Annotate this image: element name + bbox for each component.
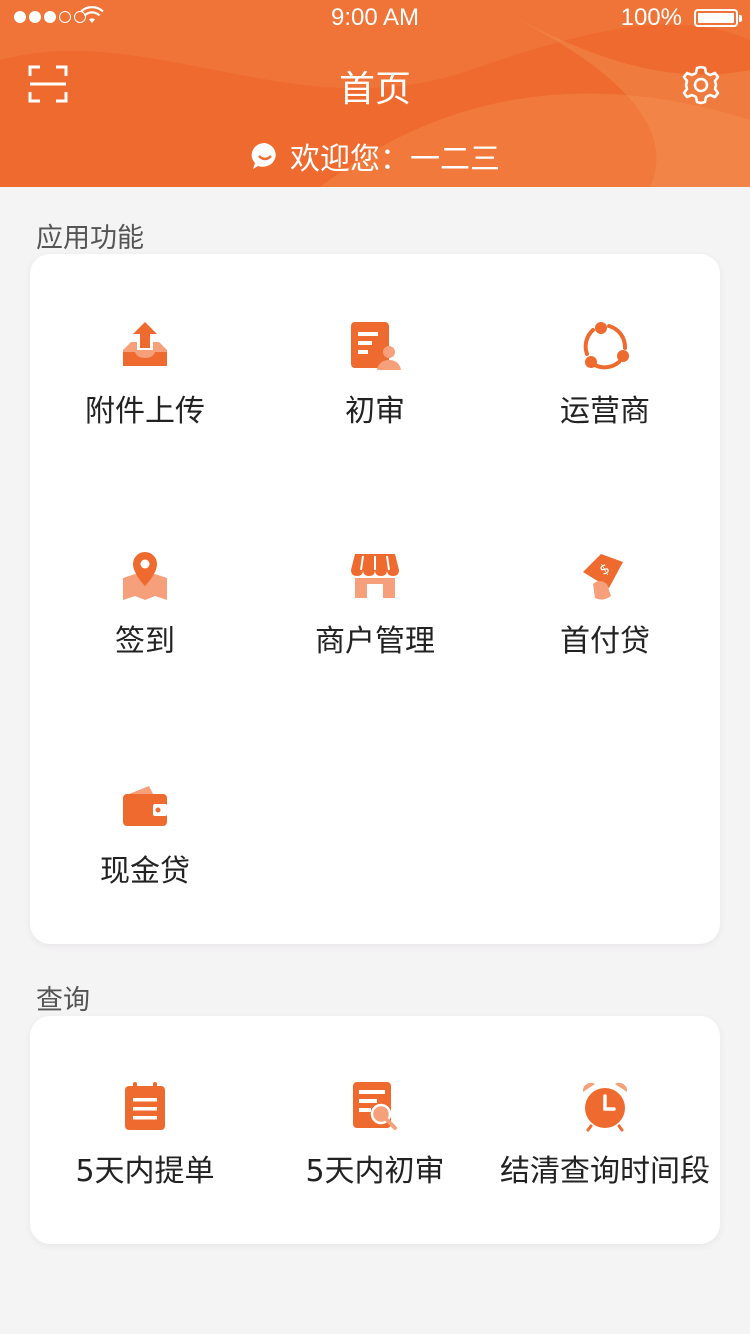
query-item-label: 5天内初审	[305, 1154, 445, 1189]
status-bar: 9:00 AM 100%	[0, 0, 750, 36]
app-item-label: 现金贷	[100, 854, 190, 889]
welcome-text: 欢迎您：一二三	[290, 142, 500, 177]
loan-tag-icon: $	[583, 554, 623, 600]
apps-card: 附件上传 初审 运营商 签到 商户管理 $ 首付贷 现金贷	[30, 254, 720, 944]
app-item-label: 首付贷	[560, 624, 650, 659]
app-item-label: 商户管理	[315, 624, 435, 659]
query-item-label: 结清查询时间段	[500, 1154, 710, 1189]
query-item-5day-orders[interactable]: 5天内提单	[30, 1080, 260, 1190]
share-network-icon	[583, 322, 629, 370]
app-item-label: 运营商	[560, 394, 650, 429]
chat-bubble-icon	[251, 142, 276, 169]
document-search-icon	[353, 1082, 397, 1130]
app-item-initial-review[interactable]: 初审	[260, 320, 490, 430]
document-review-icon	[351, 322, 401, 370]
app-item-checkin[interactable]: 签到	[30, 550, 260, 660]
app-item-operator[interactable]: 运营商	[490, 320, 720, 430]
query-item-5day-review[interactable]: 5天内初审	[260, 1080, 490, 1190]
query-card: 5天内提单 5天内初审 结清查询时间段	[30, 1016, 720, 1244]
header: 9:00 AM 100% 首页 欢迎您：一二三	[0, 0, 750, 187]
battery-percent: 100%	[620, 4, 682, 31]
welcome-message: 欢迎您：一二三	[0, 134, 750, 178]
wallet-icon	[123, 786, 167, 826]
section-label-apps: 应用功能	[36, 223, 144, 254]
app-item-label: 签到	[115, 624, 175, 659]
page-title: 首页	[338, 69, 411, 110]
query-item-settlement-period[interactable]: 结清查询时间段	[490, 1080, 720, 1190]
app-item-label: 附件上传	[85, 394, 205, 429]
query-item-label: 5天内提单	[75, 1154, 215, 1189]
app-item-upload[interactable]: 附件上传	[30, 320, 260, 430]
app-item-down-payment-loan[interactable]: $ 首付贷	[490, 550, 720, 660]
app-item-label: 初审	[345, 394, 405, 429]
settings-gear-icon[interactable]	[680, 64, 722, 106]
alarm-clock-icon	[582, 1082, 628, 1132]
battery-icon	[694, 9, 742, 27]
storefront-icon	[351, 554, 399, 598]
clipboard-list-icon	[125, 1082, 165, 1130]
location-pin-icon	[123, 552, 167, 600]
upload-icon	[123, 322, 167, 366]
app-item-cash-loan[interactable]: 现金贷	[30, 780, 260, 890]
section-label-query: 查询	[36, 985, 90, 1016]
app-item-merchant-management[interactable]: 商户管理	[260, 550, 490, 660]
